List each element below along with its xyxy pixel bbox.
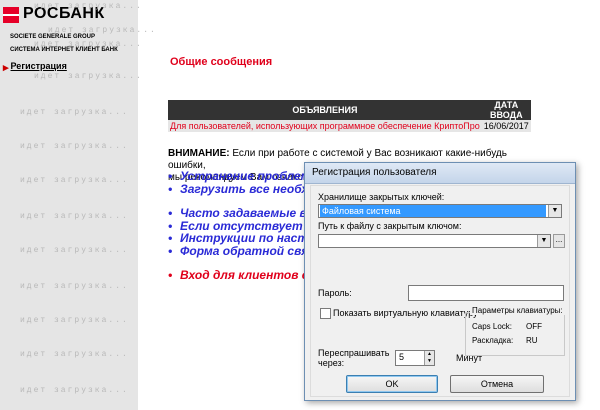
reask-minutes-spinner[interactable]: 5 ▲ ▼: [395, 350, 435, 366]
bullet-icon: •: [168, 169, 173, 183]
layout-value: RU: [526, 336, 538, 345]
bullet-icon: •: [168, 268, 173, 282]
loading-text: идет загрузка...: [34, 2, 143, 11]
key-path-input[interactable]: [318, 234, 551, 248]
keyboard-params-group: Параметры клавиатуры: Caps Lock: OFF Рас…: [465, 306, 565, 356]
loading-text: идет загрузка...: [20, 246, 129, 255]
caps-lock-value: OFF: [526, 322, 542, 331]
loading-text: идет загрузка...: [20, 350, 129, 359]
help-link-label: Загрузить все необх: [180, 181, 309, 196]
announcement-date: 16/06/2017: [481, 120, 531, 132]
nav-arrow-icon: ▸: [3, 62, 9, 74]
key-storage-select[interactable]: Файловая система ▼: [318, 204, 562, 218]
chevron-down-icon[interactable]: ▼: [548, 205, 561, 217]
loading-text: идет загрузка...: [20, 212, 129, 221]
column-header: ОБЪЯВЛЕНИЯ: [168, 100, 482, 120]
column-header: ДАТА ВВОДА: [481, 100, 531, 120]
loading-text: идет загрузка...: [48, 26, 157, 35]
loading-text: идет загрузка...: [20, 282, 129, 291]
login-link-label: Вход для клиентов с: [180, 268, 309, 282]
sidebar-item-registration[interactable]: ▸ Регистрация: [3, 61, 67, 74]
dialog-body: Хранилище закрытых ключей: Файловая сист…: [310, 185, 570, 397]
browse-button[interactable]: ...: [553, 234, 565, 248]
reask-label: через:: [318, 358, 345, 368]
loading-text: идет загрузка...: [34, 72, 143, 81]
help-link-download[interactable]: • Загрузить все необх: [168, 181, 315, 196]
keyboard-params-label: Параметры клавиатуры:: [470, 306, 565, 315]
bullet-icon: •: [168, 206, 173, 220]
minutes-label: Минут: [456, 353, 483, 363]
user-registration-dialog: Регистрация пользователя Хранилище закры…: [304, 162, 576, 401]
sidebar-item-label: Регистрация: [10, 61, 67, 71]
help-link-feedback[interactable]: • Форма обратной связ: [168, 243, 315, 258]
help-links: • Устранение проблем • Загрузить все необх…: [168, 170, 315, 282]
loading-text: идет загрузка...: [20, 316, 129, 325]
password-input[interactable]: [408, 285, 564, 301]
warning-label: ВНИМАНИЕ:: [168, 148, 230, 159]
dialog-title: Регистрация пользователя: [312, 167, 437, 178]
key-path-label: Путь к файлу с закрытым ключом:: [318, 221, 462, 231]
loading-text: идет загрузка...: [20, 386, 129, 395]
help-link-label: Форма обратной связ: [180, 243, 315, 258]
caps-lock-label: Caps Lock:: [472, 322, 513, 331]
ok-button[interactable]: OK: [346, 375, 438, 393]
announcements-table: ОБЪЯВЛЕНИЯ ДАТА ВВОДА Для пользователей,…: [168, 100, 531, 132]
cancel-button[interactable]: Отмена: [450, 375, 544, 393]
virtual-keyboard-checkbox[interactable]: [320, 308, 331, 319]
table-row[interactable]: Для пользователей, использующих программ…: [168, 120, 531, 132]
key-storage-value: Файловая система: [320, 205, 546, 217]
loading-text: идет загрузка...: [20, 142, 129, 151]
loading-text: идет загрузка...: [20, 108, 129, 117]
subtitle-system: СИСТЕМА ИНТЕРНЕТ КЛИЕНТ БАНК: [10, 47, 118, 53]
reask-minutes-value: 5: [399, 352, 405, 362]
sidebar: РОСБАНК SOCIETE GENERALE GROUP идет загр…: [0, 0, 155, 410]
spinner-arrows-icon[interactable]: ▲ ▼: [424, 351, 434, 365]
virtual-keyboard-label[interactable]: Показать виртуальную клавиатуру: [333, 308, 478, 318]
login-link[interactable]: • Вход для клиентов с: [168, 269, 315, 282]
loading-text: идет загрузка...: [20, 176, 129, 185]
announcement-link[interactable]: Для пользователей, использующих программ…: [168, 120, 482, 132]
dialog-title-bar[interactable]: Регистрация пользователя: [305, 163, 575, 184]
bullet-icon: •: [168, 231, 173, 245]
password-label: Пароль:: [318, 288, 352, 298]
storage-label: Хранилище закрытых ключей:: [318, 192, 445, 202]
chevron-down-icon[interactable]: ▼: [537, 235, 550, 247]
bullet-icon: •: [168, 243, 173, 258]
bullet-icon: •: [168, 181, 173, 196]
page-title: Общие сообщения: [170, 56, 273, 68]
layout-label: Раскладка:: [472, 336, 514, 345]
table-header-row: ОБЪЯВЛЕНИЯ ДАТА ВВОДА: [168, 100, 531, 120]
reask-label: Переспрашивать: [318, 348, 390, 358]
rosbank-logo-icon: [3, 7, 19, 23]
